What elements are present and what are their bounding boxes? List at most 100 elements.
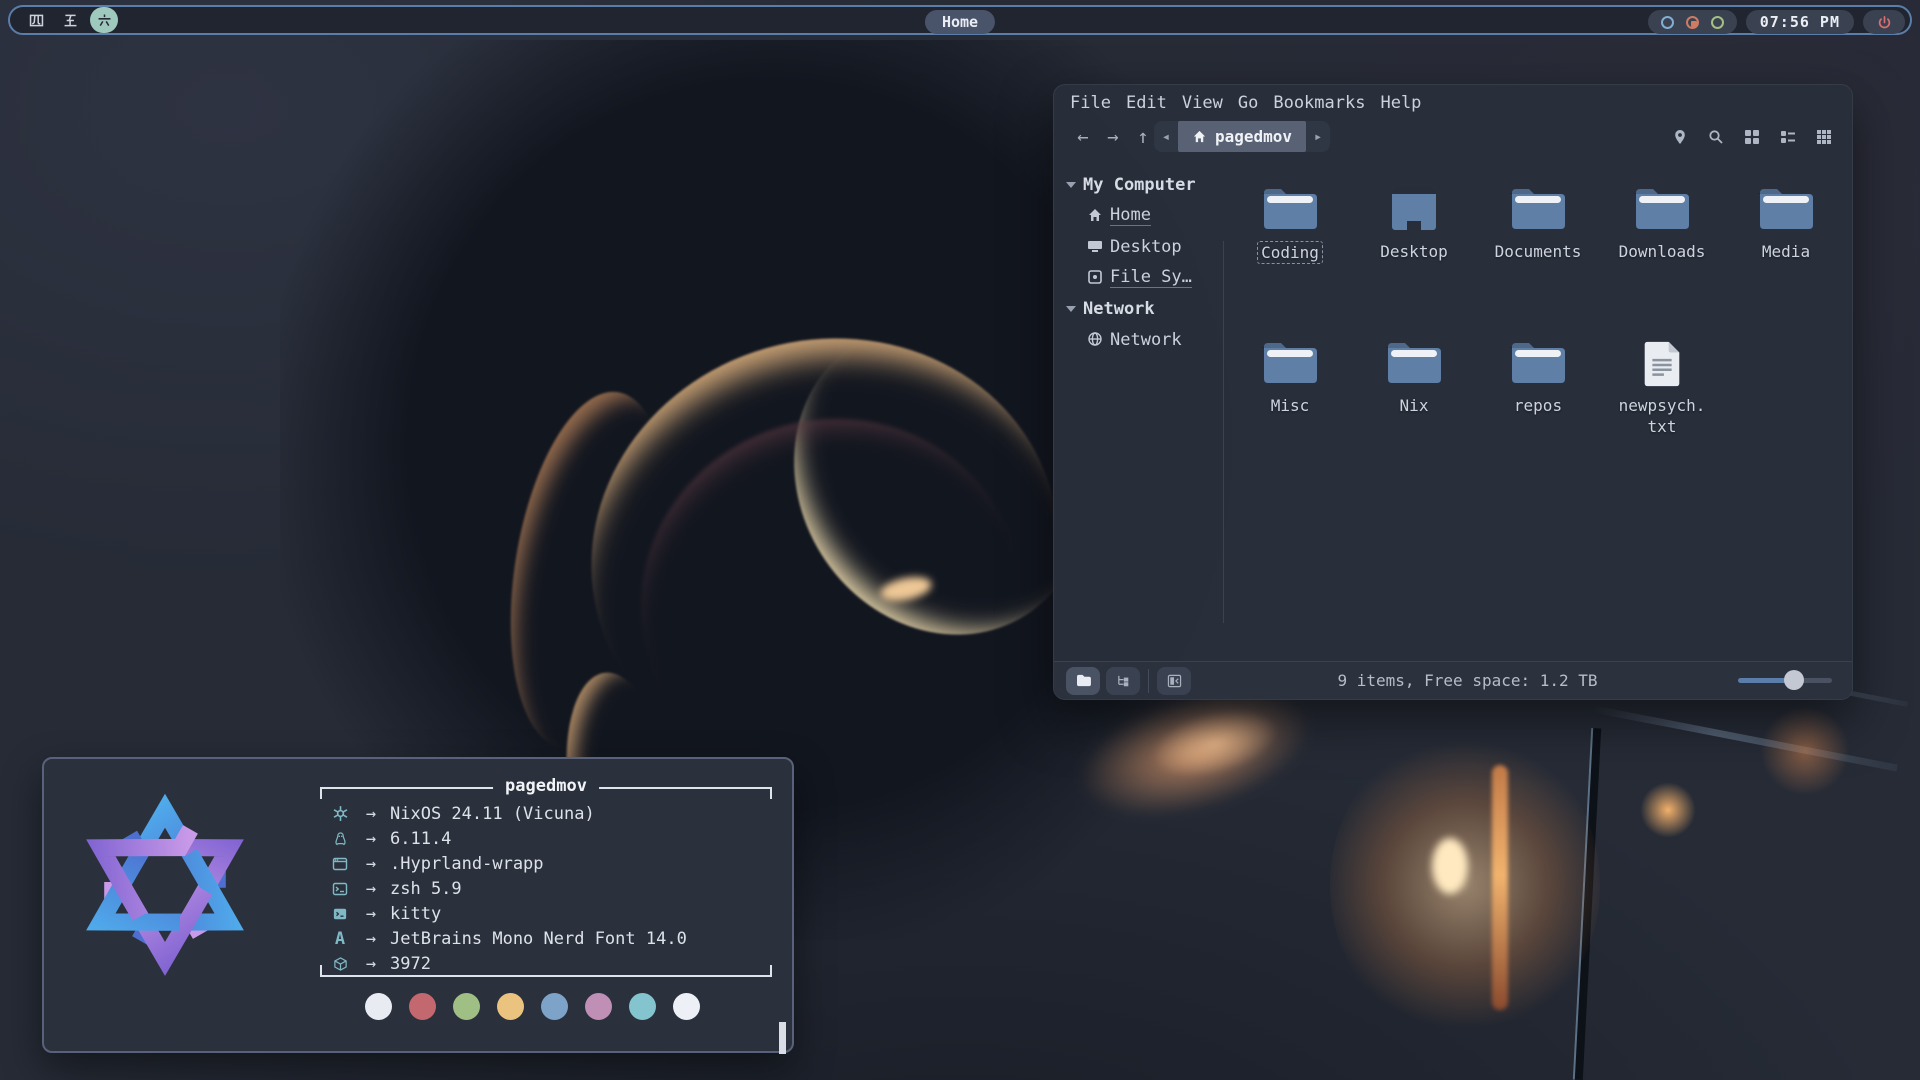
path-scroll-left-icon[interactable]: ◂ (1154, 129, 1178, 145)
desktop: Home 07:56 PM File Edit View Go Bo (0, 0, 1920, 1080)
statusbar-separator (1148, 669, 1149, 693)
status-text: 9 items, Free space: 1.2 TB (1197, 671, 1738, 690)
kanji-four-glyph (28, 12, 45, 29)
arrow-glyph: → (352, 904, 390, 924)
compact-view-icon[interactable] (1816, 129, 1832, 145)
icon-view-icon[interactable] (1744, 129, 1760, 145)
sidebar-item-label: Home (1110, 205, 1151, 226)
os-value: NixOS 24.11 (Vicuna) (390, 804, 595, 824)
sidebar-item-label: File Sy… (1110, 267, 1192, 288)
side-pane-toggle[interactable] (1157, 667, 1191, 695)
section-label: My Computer (1083, 175, 1196, 195)
tray-indicator-blue[interactable] (1661, 16, 1674, 29)
fetch-row-os: → NixOS 24.11 (Vicuna) (328, 801, 768, 826)
location-pin-icon[interactable] (1672, 129, 1688, 145)
toolbar: ← → ↑ ◂ pagedmov ▸ (1054, 115, 1852, 159)
menu-edit[interactable]: Edit (1126, 93, 1167, 113)
wallpaper-light-streak (1592, 705, 1898, 771)
workspace-6-active[interactable] (90, 7, 118, 33)
fetch-row-font: A → JetBrains Mono Nerd Font 14.0 (328, 926, 768, 951)
menu-view[interactable]: View (1182, 93, 1223, 113)
workspace-5[interactable] (56, 7, 84, 33)
sidebar-item-home[interactable]: Home (1054, 200, 1223, 231)
list-view-icon[interactable] (1780, 129, 1796, 145)
home-icon (1087, 207, 1104, 224)
folder-icon (1076, 674, 1091, 687)
palette-dot-blue (541, 993, 568, 1020)
fastfetch-title: pagedmov (493, 776, 599, 796)
file-documents[interactable]: Documents (1476, 185, 1600, 339)
folder-icon (1509, 339, 1567, 387)
workspace-4[interactable] (22, 7, 50, 33)
sidebar-section-my-computer[interactable]: My Computer (1054, 169, 1223, 200)
forward-button[interactable]: → (1098, 126, 1128, 148)
tray-indicator-orange[interactable] (1686, 16, 1699, 29)
wallpaper-candle-glow (1640, 782, 1696, 838)
terminal-color-palette (365, 993, 700, 1020)
terminal-window[interactable]: pagedmov → NixOS 24.11 (Vicuna) → 6.11.4 (42, 757, 794, 1053)
sidebar-section-network[interactable]: Network (1054, 293, 1223, 324)
wallpaper-hair-highlight (540, 284, 1110, 827)
arrow-glyph: → (352, 879, 390, 899)
file-label: newpsych.txt (1619, 395, 1706, 437)
file-coding[interactable]: Coding (1228, 185, 1352, 339)
palette-dot-green (453, 993, 480, 1020)
linux-icon (328, 831, 352, 847)
fetch-row-terminal: → kitty (328, 901, 768, 926)
wallpaper-pole (1573, 728, 1601, 1080)
sidebar-item-file-system[interactable]: File Sy… (1054, 262, 1223, 293)
expander-icon[interactable] (1066, 182, 1076, 188)
places-pane-toggle[interactable] (1066, 667, 1100, 695)
wm-value: .Hyprland-wrapp (390, 854, 544, 874)
file-label: repos (1514, 395, 1562, 416)
fetch-row-wm: → .Hyprland-wrapp (328, 851, 768, 876)
tray-indicator-fill (1691, 21, 1697, 27)
file-downloads[interactable]: Downloads (1600, 185, 1724, 339)
fetch-row-packages: → 3972 (328, 951, 768, 976)
path-segment-home[interactable]: pagedmov (1178, 121, 1306, 152)
folder-icon (1757, 185, 1815, 233)
search-icon[interactable] (1708, 129, 1724, 145)
tree-pane-toggle[interactable] (1106, 667, 1140, 695)
file-label: Coding (1257, 241, 1323, 264)
drive-icon (1087, 269, 1104, 286)
path-segment-label: pagedmov (1215, 127, 1292, 146)
zoom-slider[interactable] (1738, 678, 1832, 683)
menu-file[interactable]: File (1070, 93, 1111, 113)
menu-help[interactable]: Help (1380, 93, 1421, 113)
sidebar-item-label: Desktop (1110, 237, 1182, 257)
path-scroll-right-icon[interactable]: ▸ (1306, 129, 1330, 145)
zoom-slider-handle[interactable] (1784, 670, 1804, 690)
nixos-logo (70, 787, 260, 977)
power-button[interactable] (1863, 10, 1905, 34)
window-manager-icon (328, 856, 352, 872)
file-newpsych-txt[interactable]: newpsych.txt (1600, 339, 1724, 493)
terminal-cursor (779, 1022, 786, 1054)
file-desktop[interactable]: Desktop (1352, 185, 1476, 339)
folder-icon (1261, 185, 1319, 233)
file-misc[interactable]: Misc (1228, 339, 1352, 493)
tree-icon (1116, 674, 1131, 688)
file-nix[interactable]: Nix (1352, 339, 1476, 493)
sidebar-item-desktop[interactable]: Desktop (1054, 231, 1223, 262)
packages-value: 3972 (390, 954, 431, 974)
palette-dot-red (409, 993, 436, 1020)
folder-icon (1385, 339, 1443, 387)
menu-go[interactable]: Go (1238, 93, 1258, 113)
fastfetch-box: pagedmov → NixOS 24.11 (Vicuna) → 6.11.4 (320, 787, 772, 977)
tray-indicator-green[interactable] (1711, 16, 1724, 29)
arrow-glyph: → (352, 929, 390, 949)
file-repos[interactable]: repos (1476, 339, 1600, 493)
clock[interactable]: 07:56 PM (1746, 10, 1854, 34)
kernel-value: 6.11.4 (390, 829, 451, 849)
sidebar-item-network[interactable]: Network (1054, 324, 1223, 355)
home-icon (1192, 129, 1207, 144)
file-media[interactable]: Media (1724, 185, 1848, 339)
menu-bookmarks[interactable]: Bookmarks (1273, 93, 1365, 113)
wallpaper-candle-glow (1330, 730, 1600, 1040)
expander-icon[interactable] (1066, 306, 1076, 312)
arrow-glyph: → (352, 854, 390, 874)
file-label: Downloads (1619, 241, 1706, 262)
back-button[interactable]: ← (1068, 126, 1098, 148)
globe-icon (1087, 331, 1104, 348)
